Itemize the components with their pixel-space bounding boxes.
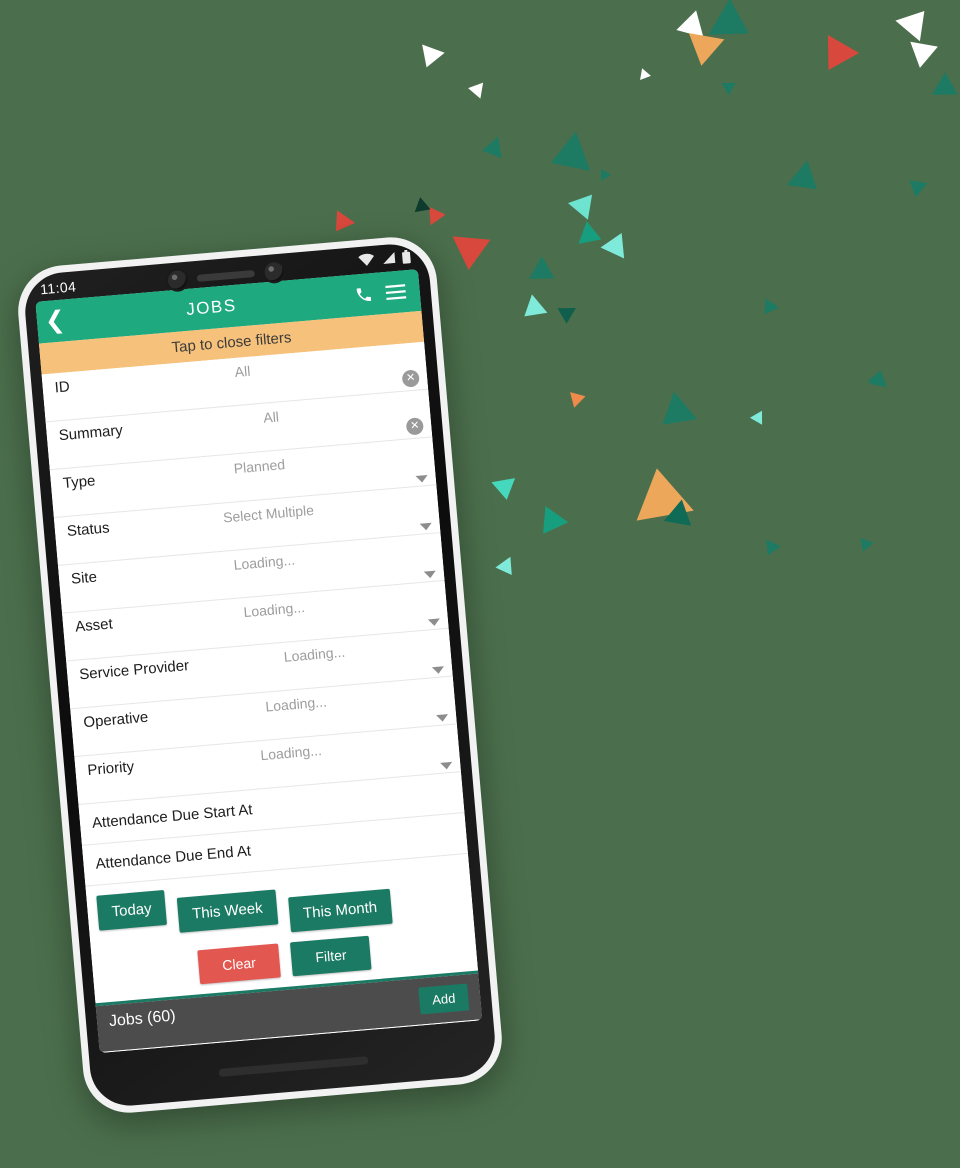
filter-row-label: Status xyxy=(66,519,111,540)
confetti-triangle xyxy=(895,0,937,42)
confetti-triangle xyxy=(909,174,931,198)
confetti-triangle xyxy=(528,256,562,290)
confetti-triangle xyxy=(468,82,488,102)
confetti-triangle xyxy=(491,478,519,502)
quick-range-button[interactable]: Today xyxy=(96,889,167,931)
confetti-triangle xyxy=(415,44,445,72)
confetti-triangle xyxy=(786,160,828,202)
wifi-icon xyxy=(357,253,375,270)
chevron-down-icon[interactable] xyxy=(427,618,441,627)
filter-row-label: Priority xyxy=(86,758,135,780)
filter-row-label: Asset xyxy=(74,615,114,636)
confetti-triangle xyxy=(480,136,502,162)
confetti-triangle xyxy=(566,392,586,410)
chevron-down-icon[interactable] xyxy=(423,570,437,579)
confetti-triangle xyxy=(650,391,698,439)
confetti-triangle xyxy=(516,294,548,326)
date-filter-label: Attendance Due End At xyxy=(94,842,252,873)
chevron-down-icon[interactable] xyxy=(440,761,453,770)
chevron-down-icon[interactable] xyxy=(415,474,429,483)
phone-mockup: 11:04 ❮ JOBS Tap to close filters ID All… xyxy=(14,233,506,1117)
filter-row-label: ID xyxy=(54,378,71,397)
confetti-triangle xyxy=(601,169,611,181)
confetti-triangle xyxy=(931,72,960,106)
confetti-triangle xyxy=(449,236,491,272)
signal-icon xyxy=(380,251,396,268)
earpiece-speaker xyxy=(196,269,255,282)
chevron-down-icon[interactable] xyxy=(436,714,449,723)
confetti-triangle xyxy=(906,41,938,71)
confetti-triangle xyxy=(718,76,736,96)
quick-range-button[interactable]: This Month xyxy=(287,888,393,932)
chevron-down-icon[interactable] xyxy=(431,666,445,675)
clear-button[interactable]: Clear xyxy=(196,942,282,984)
confetti-triangle xyxy=(543,131,591,183)
confetti-triangle xyxy=(326,210,356,238)
quick-range-button[interactable]: This Week xyxy=(176,889,278,933)
confetti-triangle xyxy=(676,6,710,38)
confetti-triangle xyxy=(764,298,780,316)
filter-row-label: Site xyxy=(70,568,98,588)
front-camera-secondary-icon xyxy=(263,261,285,282)
filter-button[interactable]: Filter xyxy=(290,935,372,976)
add-button[interactable]: Add xyxy=(418,982,470,1015)
confetti-triangle xyxy=(749,407,769,425)
chevron-down-icon[interactable] xyxy=(419,522,433,531)
front-camera-icon xyxy=(167,269,188,290)
confetti-triangle xyxy=(766,538,782,556)
jobs-filter-app: ❮ JOBS Tap to close filters ID All ✕ Sum… xyxy=(35,269,483,1054)
filter-rows-container: ID All ✕ Summary All ✕ Type Planned Status Select… xyxy=(41,341,469,889)
filter-row-label: Operative xyxy=(82,708,149,732)
confetti-triangle xyxy=(600,227,634,259)
confetti-triangle xyxy=(567,186,603,220)
phone-screen: ❮ JOBS Tap to close filters ID All ✕ Sum… xyxy=(35,269,483,1054)
filter-row-label: Service Provider xyxy=(78,657,190,684)
status-clock: 11:04 xyxy=(39,278,77,298)
confetti-triangle xyxy=(495,552,519,576)
battery-icon xyxy=(401,249,411,267)
confetti-triangle xyxy=(557,300,581,324)
confetti-triangle xyxy=(531,506,569,542)
clear-field-icon[interactable]: ✕ xyxy=(401,369,420,388)
jobs-count-label: Jobs (60) xyxy=(108,1006,177,1030)
confetti-triangle xyxy=(640,68,652,82)
confetti-triangle xyxy=(812,35,860,79)
back-chevron-icon[interactable]: ❮ xyxy=(44,306,76,335)
filter-row-label: Type xyxy=(62,472,97,493)
clear-field-icon[interactable]: ✕ xyxy=(405,417,425,436)
filter-row-label: Summary xyxy=(58,421,124,445)
date-filter-label: Attendance Due Start At xyxy=(91,801,254,832)
confetti-triangle xyxy=(856,537,874,555)
hamburger-menu-icon[interactable] xyxy=(379,283,412,302)
phone-icon[interactable] xyxy=(347,284,380,305)
